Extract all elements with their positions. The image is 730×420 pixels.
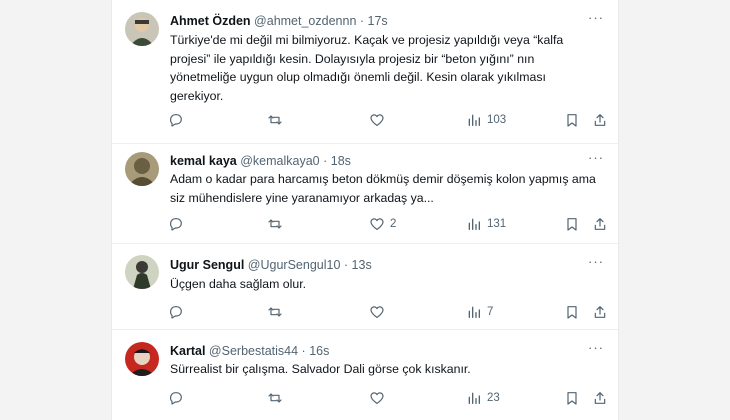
more-options-icon[interactable]: ··· bbox=[588, 150, 604, 165]
avatar[interactable] bbox=[125, 255, 159, 289]
separator-dot: · bbox=[343, 258, 349, 272]
author-handle[interactable]: @kemalkaya0 bbox=[240, 154, 319, 168]
views-button[interactable]: 131 bbox=[466, 214, 506, 234]
reply-button[interactable] bbox=[168, 302, 184, 322]
action-bar: 23 bbox=[164, 388, 614, 408]
reply-icon bbox=[170, 306, 182, 319]
view-count: 7 bbox=[487, 306, 494, 318]
author-name[interactable]: Ahmet Özden bbox=[170, 14, 251, 28]
retweet-icon bbox=[268, 115, 282, 125]
retweet-button[interactable] bbox=[267, 388, 283, 408]
bookmark-button[interactable] bbox=[564, 110, 580, 130]
like-button[interactable]: 2 bbox=[369, 214, 396, 234]
tweet-header: Kartal @Serbestatis44 · 16s bbox=[170, 343, 329, 359]
like-button[interactable] bbox=[369, 388, 390, 408]
action-bar: 2 131 bbox=[164, 214, 614, 234]
bookmark-button[interactable] bbox=[564, 388, 580, 408]
timestamp[interactable]: 16s bbox=[309, 344, 329, 358]
heart-icon bbox=[370, 114, 384, 126]
reply-icon bbox=[170, 392, 182, 405]
tweet-header: kemal kaya @kemalkaya0 · 18s bbox=[170, 153, 351, 169]
retweet-button[interactable] bbox=[267, 214, 283, 234]
retweet-button[interactable] bbox=[267, 110, 283, 130]
share-button[interactable] bbox=[592, 388, 608, 408]
tweet-text: Türkiye'de mi değil mi bilmiyoruz. Kaçak… bbox=[170, 33, 564, 103]
more-options-icon[interactable]: ··· bbox=[588, 340, 604, 355]
bookmark-button[interactable] bbox=[564, 214, 580, 234]
reply-button[interactable] bbox=[168, 388, 184, 408]
share-button[interactable] bbox=[592, 214, 608, 234]
avatar[interactable] bbox=[125, 12, 159, 46]
tweet-text: Sürrealist bir çalışma. Salvador Dali gö… bbox=[170, 362, 471, 376]
views-icon bbox=[468, 114, 480, 126]
reply-button[interactable] bbox=[168, 214, 184, 234]
heart-icon bbox=[370, 218, 384, 230]
bookmark-icon bbox=[567, 392, 577, 405]
separator-dot: · bbox=[359, 14, 365, 28]
tweet[interactable]: Kartal @Serbestatis44 · 16s ··· Sürreali… bbox=[112, 330, 618, 420]
author-handle[interactable]: @Serbestatis44 bbox=[209, 344, 298, 358]
like-count: 2 bbox=[390, 218, 397, 230]
heart-icon bbox=[370, 306, 384, 318]
retweet-icon bbox=[268, 219, 282, 229]
action-bar: 7 bbox=[164, 302, 614, 322]
views-icon bbox=[468, 306, 480, 318]
timestamp[interactable]: 18s bbox=[331, 154, 351, 168]
avatar[interactable] bbox=[125, 152, 159, 186]
retweet-icon bbox=[268, 393, 282, 403]
action-bar: 103 bbox=[164, 110, 614, 130]
share-icon bbox=[594, 114, 606, 126]
tweet[interactable]: kemal kaya @kemalkaya0 · 18s ··· Adam o … bbox=[112, 144, 618, 244]
retweet-button[interactable] bbox=[267, 302, 283, 322]
views-icon bbox=[468, 218, 480, 230]
share-icon bbox=[594, 392, 606, 404]
author-handle[interactable]: @ahmet_ozdennn bbox=[254, 14, 356, 28]
tweet-header: Ahmet Özden @ahmet_ozdennn · 17s bbox=[170, 13, 388, 29]
author-name[interactable]: Ugur Sengul bbox=[170, 258, 244, 272]
tweet[interactable]: Ugur Sengul @UgurSengul10 · 13s ··· Üçge… bbox=[112, 244, 618, 330]
tweet-header: Ugur Sengul @UgurSengul10 · 13s bbox=[170, 257, 372, 273]
share-button[interactable] bbox=[592, 302, 608, 322]
reply-icon bbox=[170, 114, 182, 127]
tweet-text: Adam o kadar para harcamış beton dökmüş … bbox=[170, 172, 596, 205]
reply-icon bbox=[170, 218, 182, 231]
separator-dot: · bbox=[323, 154, 328, 168]
retweet-icon bbox=[268, 307, 282, 317]
view-count: 23 bbox=[487, 392, 500, 404]
more-options-icon[interactable]: ··· bbox=[588, 254, 604, 269]
views-button[interactable]: 103 bbox=[466, 110, 506, 130]
author-name[interactable]: Kartal bbox=[170, 344, 205, 358]
views-button[interactable]: 23 bbox=[466, 388, 500, 408]
share-icon bbox=[594, 306, 606, 318]
bookmark-icon bbox=[567, 114, 577, 127]
author-name[interactable]: kemal kaya bbox=[170, 154, 237, 168]
author-handle[interactable]: @UgurSengul10 bbox=[248, 258, 341, 272]
more-options-icon[interactable]: ··· bbox=[588, 10, 604, 25]
like-button[interactable] bbox=[369, 110, 390, 130]
bookmark-button[interactable] bbox=[564, 302, 580, 322]
tweet[interactable]: Ahmet Özden @ahmet_ozdennn · 17s ··· Tür… bbox=[112, 0, 618, 144]
like-button[interactable] bbox=[369, 302, 390, 322]
views-button[interactable]: 7 bbox=[466, 302, 493, 322]
share-button[interactable] bbox=[592, 110, 608, 130]
bookmark-icon bbox=[567, 218, 577, 231]
views-icon bbox=[468, 392, 480, 404]
timestamp[interactable]: 17s bbox=[368, 14, 388, 28]
timeline: Ahmet Özden @ahmet_ozdennn · 17s ··· Tür… bbox=[111, 0, 619, 420]
reply-button[interactable] bbox=[168, 110, 184, 130]
heart-icon bbox=[370, 392, 384, 404]
view-count: 131 bbox=[487, 218, 507, 230]
separator-dot: · bbox=[301, 344, 306, 358]
avatar[interactable] bbox=[125, 342, 159, 376]
timestamp[interactable]: 13s bbox=[352, 258, 372, 272]
share-icon bbox=[594, 218, 606, 230]
tweet-text: Üçgen daha sağlam olur. bbox=[170, 277, 307, 291]
view-count: 103 bbox=[487, 114, 507, 126]
bookmark-icon bbox=[567, 306, 577, 319]
